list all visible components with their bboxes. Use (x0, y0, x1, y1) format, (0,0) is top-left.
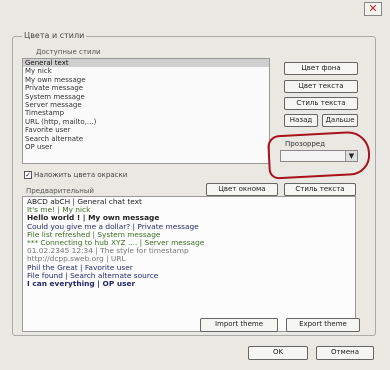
preview-select-label: Прозорред (285, 140, 326, 148)
overlay-colors-checkbox[interactable]: ✓ (24, 170, 32, 179)
style-list-item[interactable]: URL (http, mailto,...) (23, 118, 269, 126)
style-list-item[interactable]: Server message (23, 101, 269, 109)
preview-label: Предварительный (26, 187, 94, 195)
style-list-item[interactable]: My own message (23, 76, 269, 84)
forward-button[interactable]: Дальше (322, 114, 358, 127)
ok-button[interactable]: OK (248, 346, 308, 360)
window-color-button[interactable]: Цвет окнома (206, 183, 278, 196)
chevron-down-icon[interactable]: ▼ (345, 151, 357, 161)
text-style-button-2[interactable]: Стиль текста (284, 183, 356, 196)
style-list-item[interactable]: Timestamp (23, 109, 269, 117)
preview-area: ABCD abCH | General chat text It's me! | … (22, 196, 356, 332)
text-style-button[interactable]: Стиль текста (284, 97, 358, 110)
overlay-colors-checkbox-row[interactable]: ✓ Наложить цвета окраски (24, 170, 127, 180)
styles-list[interactable]: General text My nick My own message Private… (22, 58, 270, 164)
style-list-item[interactable]: Private message (23, 84, 269, 92)
back-button[interactable]: Назад (284, 114, 318, 127)
overlay-colors-label: Наложить цвета окраски (34, 170, 128, 179)
style-list-item[interactable]: General text (23, 59, 269, 68)
close-button[interactable]: ✕ (364, 2, 382, 16)
export-theme-button[interactable]: Export theme (286, 318, 360, 332)
styles-label: Доступные стили (36, 48, 101, 56)
close-icon: ✕ (368, 2, 378, 15)
group-title: Цвета и стили (22, 31, 87, 40)
import-theme-button[interactable]: Import theme (200, 318, 278, 332)
bg-color-button[interactable]: Цвет фона (284, 62, 358, 75)
style-list-item[interactable]: My nick (23, 67, 269, 75)
style-list-item[interactable]: Favorite user (23, 126, 269, 134)
style-list-item[interactable]: System message (23, 93, 269, 101)
preview-line: I can everything | OP user (27, 278, 136, 288)
style-list-item[interactable]: Search alternate (23, 135, 269, 143)
text-color-button[interactable]: Цвет текста (284, 80, 358, 93)
cancel-button[interactable]: Отмена (316, 346, 374, 360)
preview-select[interactable]: ▼ (280, 150, 358, 162)
style-list-item[interactable]: OP user (23, 143, 269, 151)
